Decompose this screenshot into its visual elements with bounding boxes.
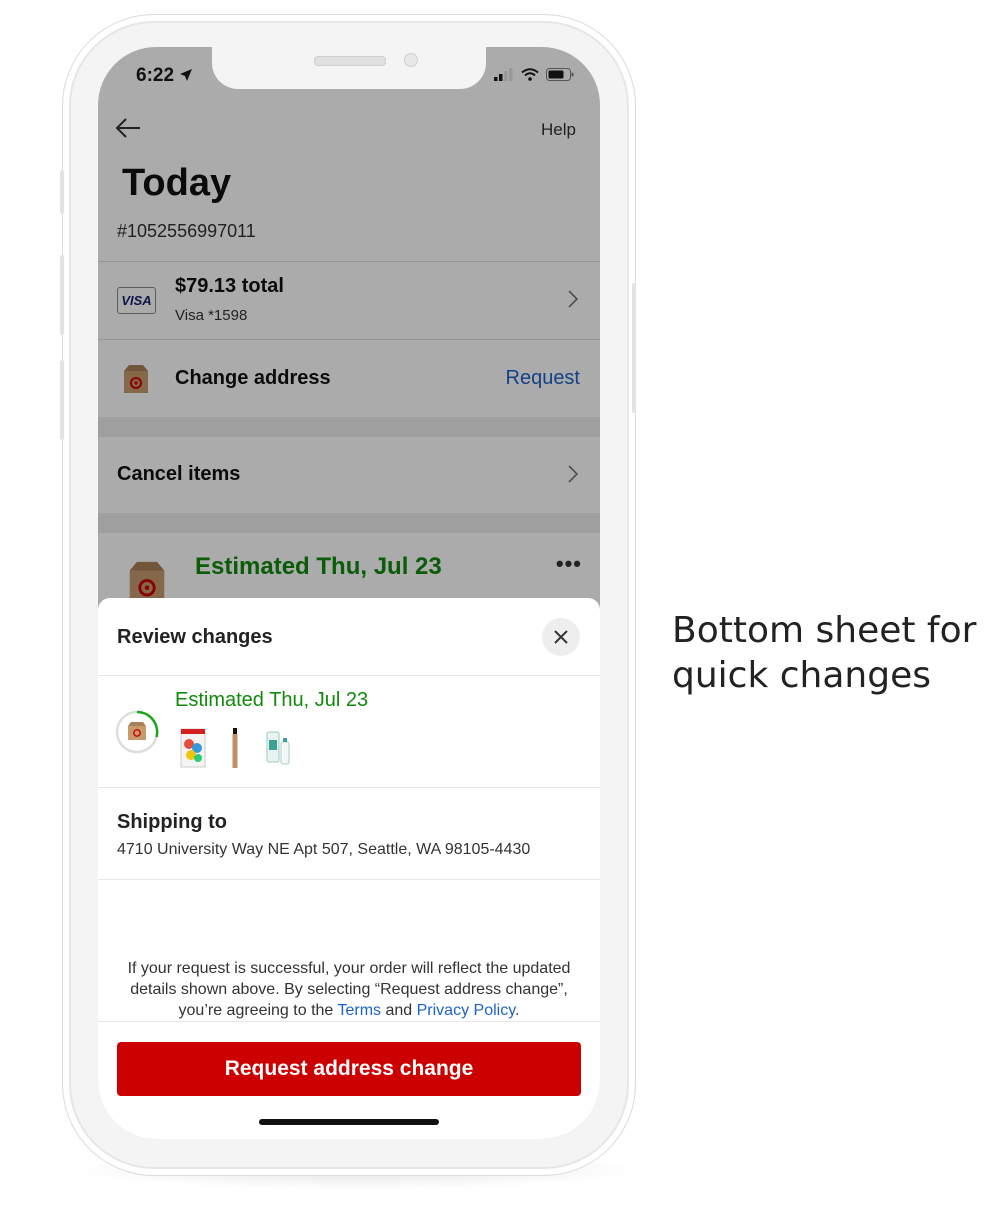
sheet-delivery-estimate: Estimated Thu, Jul 23 [175, 689, 369, 711]
caption-text: Bottom sheet for quick changes [672, 610, 977, 696]
skincare-bottle-thumbnail [266, 731, 290, 765]
disclaimer-text: If your request is successful, your orde… [120, 958, 578, 1021]
front-camera [404, 53, 418, 67]
speaker-grille [314, 56, 386, 66]
review-changes-sheet: Review changes Estimated Thu, Jul 23 Shi… [98, 598, 600, 1139]
mute-switch [60, 170, 64, 214]
disclaimer-end: . [515, 1002, 520, 1019]
close-button[interactable] [542, 618, 580, 656]
disclaimer-and: and [381, 1002, 417, 1019]
status-indicators [494, 68, 574, 81]
divider [98, 787, 600, 788]
home-indicator[interactable] [259, 1119, 439, 1125]
makeup-pencil-thumbnail [232, 728, 238, 768]
location-arrow-icon [180, 69, 193, 81]
status-time: 6:22 [136, 65, 193, 87]
item-thumbnails [180, 728, 292, 768]
cellular-signal-icon [494, 68, 513, 81]
volume-down-button [60, 360, 64, 440]
close-icon [554, 630, 568, 644]
shipping-address: 4710 University Way NE Apt 507, Seattle,… [117, 841, 531, 858]
status-time-text: 6:22 [136, 65, 175, 86]
power-button [632, 283, 636, 413]
game-case-thumbnail [180, 728, 206, 768]
request-address-change-button[interactable]: Request address change [117, 1042, 581, 1096]
shipping-to-label: Shipping to [117, 811, 227, 833]
device-notch [212, 47, 486, 89]
divider [98, 879, 600, 880]
terms-link[interactable]: Terms [337, 1002, 381, 1019]
volume-up-button [60, 255, 64, 335]
sheet-title: Review changes [117, 626, 273, 648]
battery-icon [546, 68, 574, 81]
delivery-progress-icon [114, 709, 160, 760]
privacy-policy-link[interactable]: Privacy Policy [417, 1002, 515, 1019]
wifi-icon [521, 68, 539, 81]
divider [98, 675, 600, 676]
phone-screen: Help Today #1052556997011 VISA $79.13 to… [98, 47, 600, 1139]
divider [98, 1021, 600, 1022]
